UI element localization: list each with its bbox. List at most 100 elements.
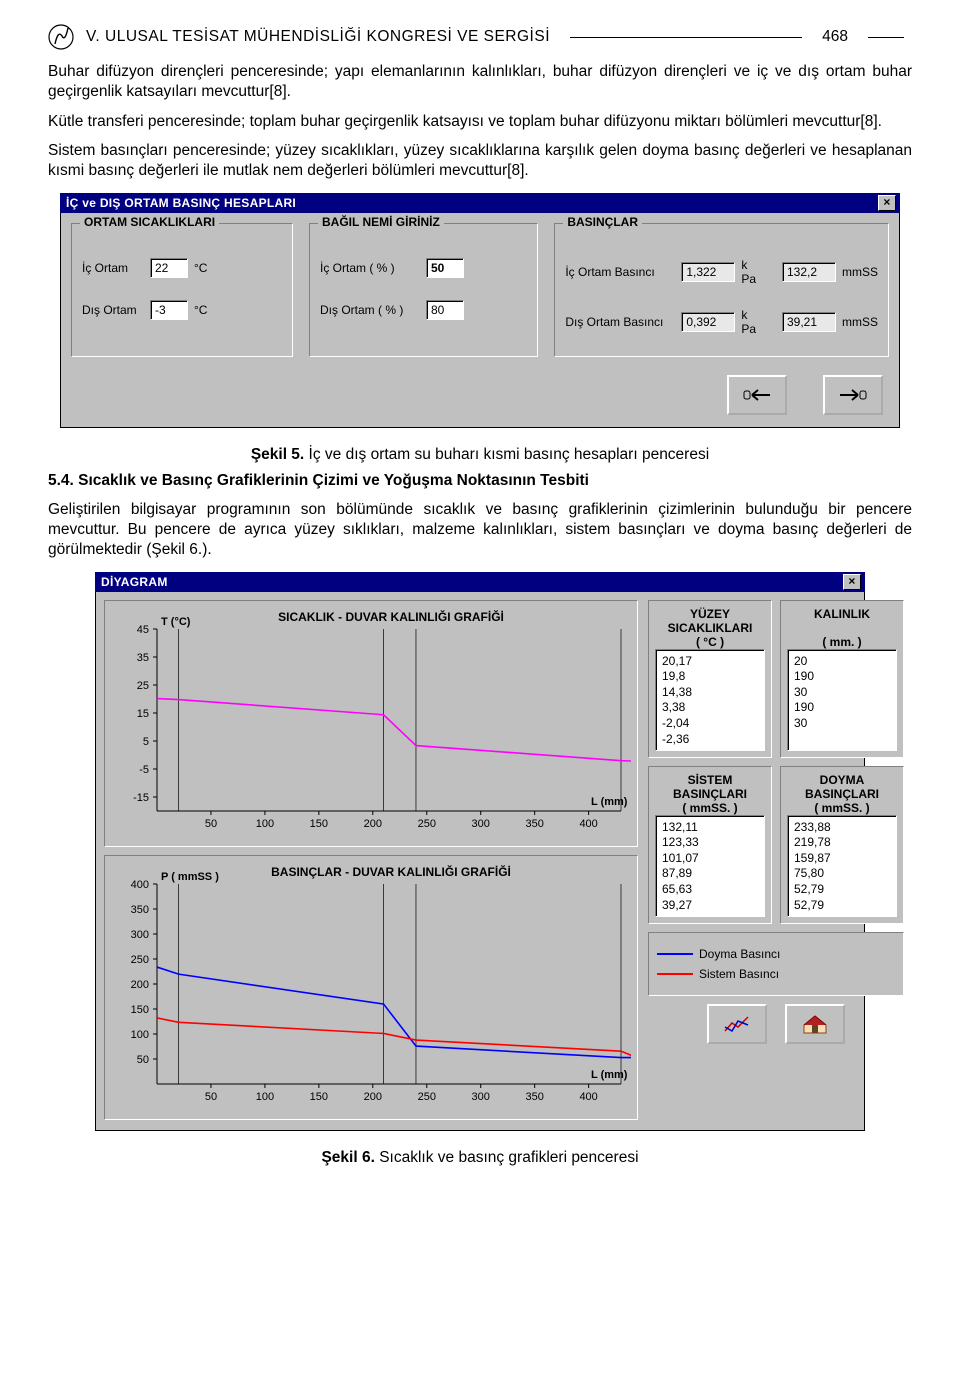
chart-svg: SICAKLIK - DUVAR KALINLIĞI GRAFİĞİ T (°C)… — [111, 607, 631, 837]
svg-text:250: 250 — [418, 818, 436, 830]
titlebar: İÇ ve DIŞ ORTAM BASINÇ HESAPLARI × — [60, 193, 900, 213]
close-icon[interactable]: × — [878, 195, 896, 211]
dis-basinc-kpa: 0,392 — [681, 312, 735, 332]
unit-label: mmSS — [842, 315, 878, 329]
svg-text:300: 300 — [472, 1091, 490, 1103]
surface-temp-list[interactable]: 20,17 19,8 14,38 3,38 -2,04 -2,36 — [655, 649, 765, 751]
svg-text:250: 250 — [131, 954, 149, 966]
group-title: BAĞIL NEMİ GİRİNİZ — [318, 215, 444, 229]
section-heading: 5.4. Sıcaklık ve Basınç Grafiklerinin Çi… — [48, 472, 912, 490]
unit-label: °C — [194, 261, 207, 275]
ic-ortam-temp-input[interactable]: 22 — [150, 258, 188, 278]
svg-text:50: 50 — [205, 818, 217, 830]
house-icon — [800, 1013, 830, 1035]
svg-text:400: 400 — [579, 818, 597, 830]
saturation-pressure-list[interactable]: 233,88 219,78 159,87 75,80 52,79 52,79 — [787, 815, 897, 917]
svg-text:5: 5 — [143, 736, 149, 748]
label: İç Ortam Basıncı — [565, 265, 675, 279]
thickness-box: KALINLIK ( mm. ) 20 190 30 190 30 — [780, 600, 904, 758]
label: Dış Ortam ( % ) — [320, 303, 420, 317]
chart-icon — [722, 1013, 752, 1035]
svg-text:150: 150 — [310, 1091, 328, 1103]
box-title: SİSTEM BASINÇLARI ( mmSS. ) — [655, 773, 765, 815]
box-title: DOYMA BASINÇLARI ( mmSS. ) — [787, 773, 897, 815]
pressure-dialog: İÇ ve DIŞ ORTAM BASINÇ HESAPLARI × ORTAM… — [60, 193, 900, 428]
plot-button[interactable] — [707, 1004, 767, 1044]
paragraph: Sistem basınçları penceresinde; yüzey sı… — [48, 141, 912, 181]
ic-ortam-hum-input[interactable]: 50 — [426, 258, 464, 278]
group-title: BASINÇLAR — [563, 215, 642, 229]
header-title: V. ULUSAL TESİSAT MÜHENDİSLİĞİ KONGRESİ … — [86, 28, 550, 46]
page-number: 468 — [822, 28, 848, 46]
label: Dış Ortam Basıncı — [565, 315, 675, 329]
svg-text:15: 15 — [137, 708, 149, 720]
header-rule — [570, 37, 802, 38]
header-rule-right — [868, 37, 904, 38]
svg-text:100: 100 — [256, 1091, 274, 1103]
svg-text:45: 45 — [137, 624, 149, 636]
svg-text:350: 350 — [525, 818, 543, 830]
svg-text:35: 35 — [137, 652, 149, 664]
unit-label: k Pa — [741, 308, 759, 336]
group-pressures: BASINÇLAR İç Ortam Basıncı 1,322 k Pa 13… — [554, 223, 889, 357]
system-pressure-list[interactable]: 132,11 123,33 101,07 87,89 65,63 39,27 — [655, 815, 765, 917]
svg-text:350: 350 — [131, 904, 149, 916]
svg-text:150: 150 — [131, 1004, 149, 1016]
paragraph: Geliştirilen bilgisayar programının son … — [48, 500, 912, 559]
dialog-title: İÇ ve DIŞ ORTAM BASINÇ HESAPLARI — [66, 196, 296, 210]
paragraph: Buhar difüzyon dirençleri penceresinde; … — [48, 62, 912, 102]
svg-text:200: 200 — [364, 1091, 382, 1103]
ic-basinc-kpa: 1,322 — [681, 262, 735, 282]
svg-text:400: 400 — [579, 1091, 597, 1103]
svg-text:L (mm): L (mm) — [591, 1069, 628, 1081]
saturation-pressure-box: DOYMA BASINÇLARI ( mmSS. ) 233,88 219,78… — [780, 766, 904, 924]
svg-text:400: 400 — [131, 879, 149, 891]
svg-text:-15: -15 — [133, 792, 149, 804]
paragraph: Kütle transferi penceresinde; toplam buh… — [48, 112, 912, 132]
label: İç Ortam ( % ) — [320, 261, 420, 275]
chart-svg: BASINÇLAR - DUVAR KALINLIĞI GRAFİĞİ P ( m… — [111, 862, 631, 1110]
figure-caption: Şekil 6. Sıcaklık ve basınç grafikleri p… — [48, 1149, 912, 1167]
legend-label: Doyma Basıncı — [699, 947, 780, 961]
group-title: ORTAM SICAKLIKLARI — [80, 215, 219, 229]
home-button[interactable] — [785, 1004, 845, 1044]
svg-text:SICAKLIK - DUVAR KALINLIĞI GRA: SICAKLIK - DUVAR KALINLIĞI GRAFİĞİ — [278, 609, 504, 624]
svg-text:200: 200 — [364, 818, 382, 830]
legend-box: Doyma Basıncı Sistem Basıncı — [648, 932, 904, 996]
dis-ortam-temp-input[interactable]: -3 — [150, 300, 188, 320]
svg-text:P ( mmSS ): P ( mmSS ) — [161, 871, 219, 883]
unit-label: °C — [194, 303, 207, 317]
next-button[interactable] — [823, 375, 883, 415]
ic-basinc-mmss: 132,2 — [782, 262, 836, 282]
svg-text:300: 300 — [131, 929, 149, 941]
group-temperatures: ORTAM SICAKLIKLARI İç Ortam 22 °C Dış Or… — [71, 223, 293, 357]
svg-text:150: 150 — [310, 818, 328, 830]
svg-text:50: 50 — [205, 1091, 217, 1103]
dis-ortam-hum-input[interactable]: 80 — [426, 300, 464, 320]
svg-text:BASINÇLAR - DUVAR KALINLIĞI GR: BASINÇLAR - DUVAR KALINLIĞI GRAFİĞİ — [271, 864, 511, 879]
label: İç Ortam — [82, 261, 144, 275]
surface-temp-box: YÜZEY SICAKLIKLARI ( °C ) 20,17 19,8 14,… — [648, 600, 772, 758]
hand-left-icon — [740, 384, 774, 406]
svg-text:25: 25 — [137, 680, 149, 692]
titlebar: DİYAGRAM × — [95, 572, 865, 592]
thickness-list[interactable]: 20 190 30 190 30 — [787, 649, 897, 751]
dis-basinc-mmss: 39,21 — [782, 312, 836, 332]
unit-label: mmSS — [842, 265, 878, 279]
pressure-chart: BASINÇLAR - DUVAR KALINLIĞI GRAFİĞİ P ( m… — [104, 855, 638, 1120]
prev-button[interactable] — [727, 375, 787, 415]
figure-caption: Şekil 5. İç ve dış ortam su buharı kısmi… — [48, 446, 912, 464]
svg-text:T (°C): T (°C) — [161, 616, 191, 628]
page-header: V. ULUSAL TESİSAT MÜHENDİSLİĞİ KONGRESİ … — [48, 24, 912, 50]
close-icon[interactable]: × — [843, 574, 861, 590]
dialog-title: DİYAGRAM — [101, 575, 168, 589]
diagram-dialog: DİYAGRAM × SICAKLIK - DUVAR KALINLIĞI GR… — [95, 572, 865, 1131]
box-title: YÜZEY SICAKLIKLARI ( °C ) — [655, 607, 765, 649]
svg-text:-5: -5 — [139, 764, 149, 776]
group-humidity: BAĞIL NEMİ GİRİNİZ İç Ortam ( % ) 50 Dış… — [309, 223, 538, 357]
svg-text:200: 200 — [131, 979, 149, 991]
svg-text:350: 350 — [525, 1091, 543, 1103]
label: Dış Ortam — [82, 303, 144, 317]
unit-label: k Pa — [741, 258, 759, 286]
svg-text:50: 50 — [137, 1054, 149, 1066]
